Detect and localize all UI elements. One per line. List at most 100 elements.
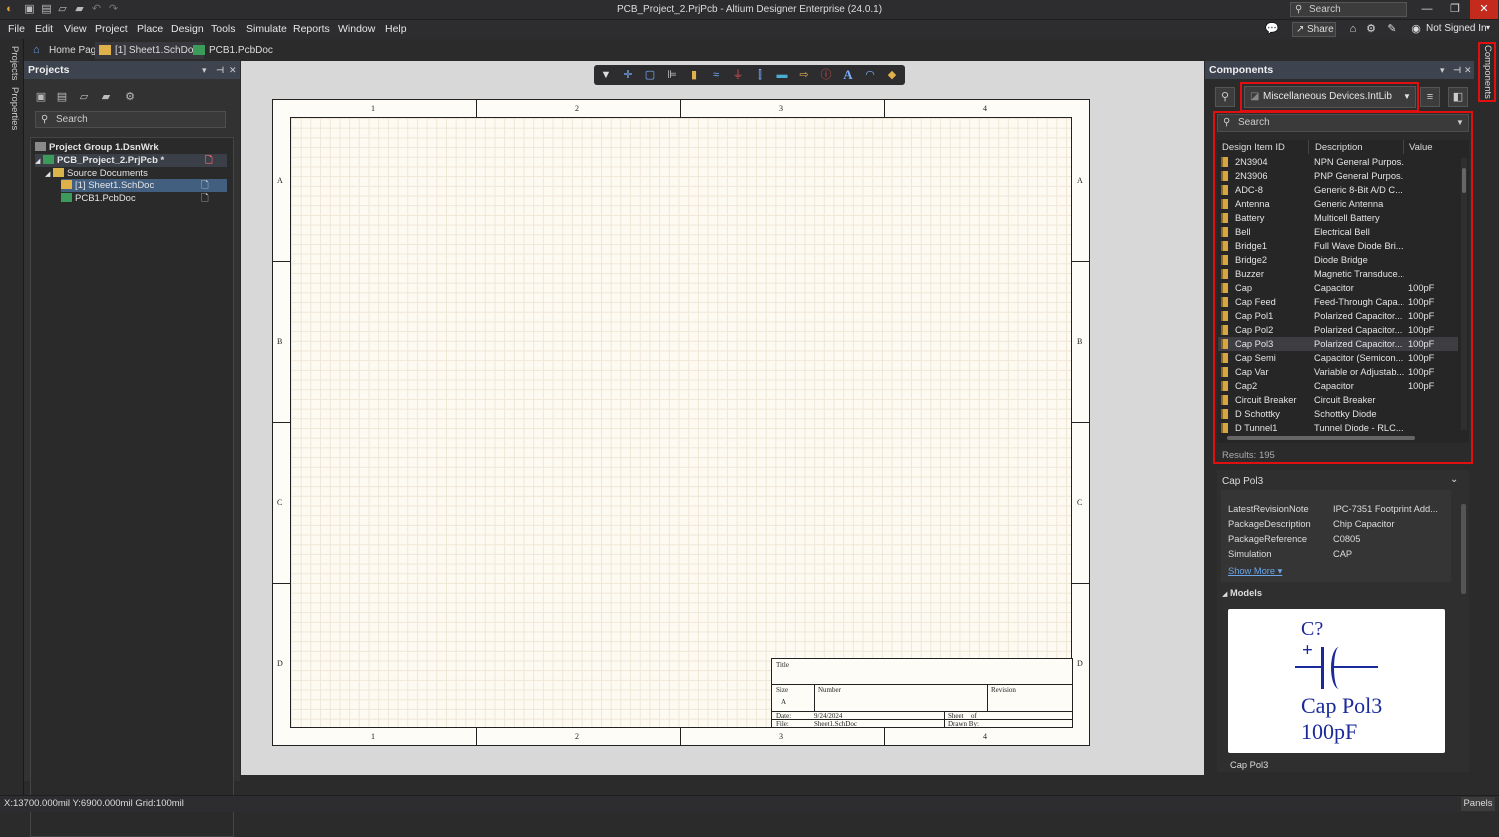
port-icon[interactable]: ⇨ — [796, 67, 812, 83]
component-row[interactable]: ADC-8 Generic 8-Bit A/D C... — [1218, 183, 1458, 197]
text-icon[interactable]: A — [840, 67, 856, 83]
component-row[interactable]: Bell Electrical Bell — [1218, 225, 1458, 239]
menu-reports[interactable]: Reports — [293, 23, 330, 35]
user-status[interactable]: Not Signed In — [1426, 23, 1487, 34]
layout-toggle-icon[interactable]: ◧ — [1448, 87, 1468, 107]
move-icon[interactable]: ✛ — [620, 67, 636, 83]
menu-tools[interactable]: Tools — [211, 23, 236, 35]
tree-item-pcb-project[interactable]: ◢ PCB_Project_2.PrjPcb * 🗋 — [35, 154, 227, 167]
harness-icon[interactable]: ⫿ — [752, 67, 768, 83]
save-project-icon[interactable]: ▣ — [34, 90, 48, 103]
place-part-icon[interactable]: ▮ — [686, 67, 702, 83]
component-row[interactable]: Bridge1 Full Wave Diode Bri... — [1218, 239, 1458, 253]
component-row[interactable]: Buzzer Magnetic Transduce... — [1218, 267, 1458, 281]
projects-side-tab[interactable]: Projects — [4, 45, 20, 81]
component-row[interactable]: D Tunnel1 Tunnel Diode - RLC... — [1218, 421, 1458, 435]
component-row[interactable]: Cap Capacitor 100pF — [1218, 281, 1458, 295]
components-search-input[interactable]: ⚲ Search ▼ — [1217, 114, 1469, 132]
tab-pcb1-pcbdoc[interactable]: PCB1.PcbDoc — [189, 42, 279, 59]
component-row[interactable]: 2N3906 PNP General Purpos... — [1218, 169, 1458, 183]
menu-project[interactable]: Project — [95, 23, 128, 35]
menu-file[interactable]: File — [8, 23, 25, 35]
close-icon[interactable]: ✕ — [1464, 61, 1472, 79]
pin-icon[interactable]: ⊣ — [1453, 61, 1461, 79]
select-rect-icon[interactable]: ▢ — [642, 67, 658, 83]
close-button[interactable]: ✕ — [1470, 0, 1498, 19]
title-block[interactable]: Title Size A Number Revision Date: 9/24/… — [771, 658, 1073, 728]
user-icon[interactable]: ◉ — [1409, 22, 1423, 37]
menu-place[interactable]: Place — [137, 23, 163, 35]
vertical-scrollbar[interactable] — [1461, 158, 1467, 430]
panel-menu-icon[interactable]: ▾ — [1440, 61, 1445, 79]
sim-icon[interactable]: ◆ — [884, 67, 900, 83]
minimize-button[interactable]: — — [1413, 0, 1441, 19]
tb-file-label: File: — [776, 720, 789, 728]
component-row[interactable]: Antenna Generic Antenna — [1218, 197, 1458, 211]
menu-window[interactable]: Window — [338, 23, 375, 35]
add-folder-icon[interactable]: ▰ — [99, 90, 113, 103]
detail-scrollbar[interactable] — [1461, 504, 1466, 594]
menu-view[interactable]: View — [64, 23, 87, 35]
chevron-down-icon[interactable]: ▾ — [1486, 23, 1490, 32]
restore-button[interactable]: ❐ — [1441, 0, 1469, 19]
directive-icon[interactable]: ⓘ — [818, 67, 834, 83]
menu-lines-icon[interactable]: ≡ — [1420, 87, 1440, 107]
component-row[interactable]: Cap Pol1 Polarized Capacitor... 100pF — [1218, 309, 1458, 323]
open-folder-icon[interactable]: ▱ — [77, 90, 91, 103]
gear-icon[interactable]: ⚙ — [123, 90, 137, 103]
properties-side-tab[interactable]: Properties — [4, 87, 20, 131]
align-icon[interactable]: ⊫ — [664, 67, 680, 83]
menu-simulate[interactable]: Simulate — [246, 23, 287, 35]
arc-icon[interactable]: ◠ — [862, 67, 878, 83]
power-port-icon[interactable]: ⏚ — [730, 67, 746, 83]
column-header-value[interactable]: Value — [1409, 142, 1433, 153]
wire-icon[interactable]: ≈ — [708, 67, 724, 83]
library-select[interactable]: ◪ Miscellaneous Devices.IntLib ▼ — [1244, 86, 1416, 108]
gear-icon[interactable]: ⚙ — [1364, 22, 1378, 37]
share-button[interactable]: ↗ Share — [1292, 22, 1336, 37]
menu-help[interactable]: Help — [385, 23, 407, 35]
component-row[interactable]: Cap Pol3 Polarized Capacitor... 100pF — [1218, 337, 1458, 351]
show-more-link[interactable]: Show More ▾ — [1228, 566, 1282, 577]
component-row[interactable]: D Schottky Schottky Diode — [1218, 407, 1458, 421]
component-row[interactable]: 2N3904 NPN General Purpos... — [1218, 155, 1458, 169]
component-row[interactable]: Cap Semi Capacitor (Semicon... 100pF — [1218, 351, 1458, 365]
models-heading[interactable]: ◢ Models — [1222, 588, 1262, 598]
components-side-tab[interactable]: Components — [1478, 42, 1496, 102]
component-row[interactable]: Cap Var Variable or Adjustab... 100pF — [1218, 365, 1458, 379]
notifications-icon[interactable]: ✎ — [1385, 22, 1399, 37]
component-id: Bell — [1235, 227, 1251, 237]
panels-button[interactable]: Panels — [1461, 797, 1495, 811]
tb-line — [814, 684, 815, 711]
tree-item-sheet1[interactable]: [1] Sheet1.SchDoc 🗋 — [61, 179, 227, 192]
column-header-description[interactable]: Description — [1315, 142, 1363, 153]
sheet-symbol-icon[interactable]: ▬ — [774, 67, 790, 83]
panel-menu-icon[interactable]: ▾ — [202, 61, 207, 79]
projects-search-input[interactable]: ⚲ Search — [35, 111, 226, 128]
component-row[interactable]: Cap Pol2 Polarized Capacitor... 100pF — [1218, 323, 1458, 337]
pin-icon[interactable]: ⊣ — [216, 61, 224, 79]
close-icon[interactable]: ✕ — [229, 61, 237, 79]
messages-icon[interactable]: 💬 — [1265, 22, 1279, 37]
menu-design[interactable]: Design — [171, 23, 204, 35]
tree-item-pcb1[interactable]: PCB1.PcbDoc 🗋 — [61, 192, 227, 205]
home-icon[interactable]: ⌂ — [1346, 22, 1360, 37]
filter-icon[interactable]: ▼ — [598, 67, 614, 83]
compile-icon[interactable]: ▤ — [55, 90, 69, 103]
component-row[interactable]: Circuit Breaker Circuit Breaker — [1218, 393, 1458, 407]
tab-sheet1-schdoc[interactable]: [1] Sheet1.SchDoc — [95, 42, 205, 59]
global-search-input[interactable]: ⚲ Search — [1290, 2, 1407, 17]
component-row[interactable]: Cap Feed Feed-Through Capa... 100pF — [1218, 295, 1458, 309]
filter-icon[interactable]: ⚲ — [1215, 87, 1235, 107]
component-row[interactable]: Bridge2 Diode Bridge — [1218, 253, 1458, 267]
component-row[interactable]: Cap2 Capacitor 100pF — [1218, 379, 1458, 393]
component-row[interactable]: Battery Multicell Battery — [1218, 211, 1458, 225]
column-header-design-item-id[interactable]: Design Item ID — [1222, 142, 1285, 153]
horizontal-scrollbar[interactable] — [1227, 436, 1415, 440]
collapse-icon[interactable]: ⌄ — [1450, 474, 1458, 485]
zone-row-label: D — [277, 659, 283, 668]
menu-edit[interactable]: Edit — [35, 23, 53, 35]
scrollbar-thumb[interactable] — [1462, 168, 1466, 193]
sheet-grid[interactable] — [290, 117, 1072, 728]
tree-item-project-group[interactable]: Project Group 1.DsnWrk — [35, 141, 159, 154]
